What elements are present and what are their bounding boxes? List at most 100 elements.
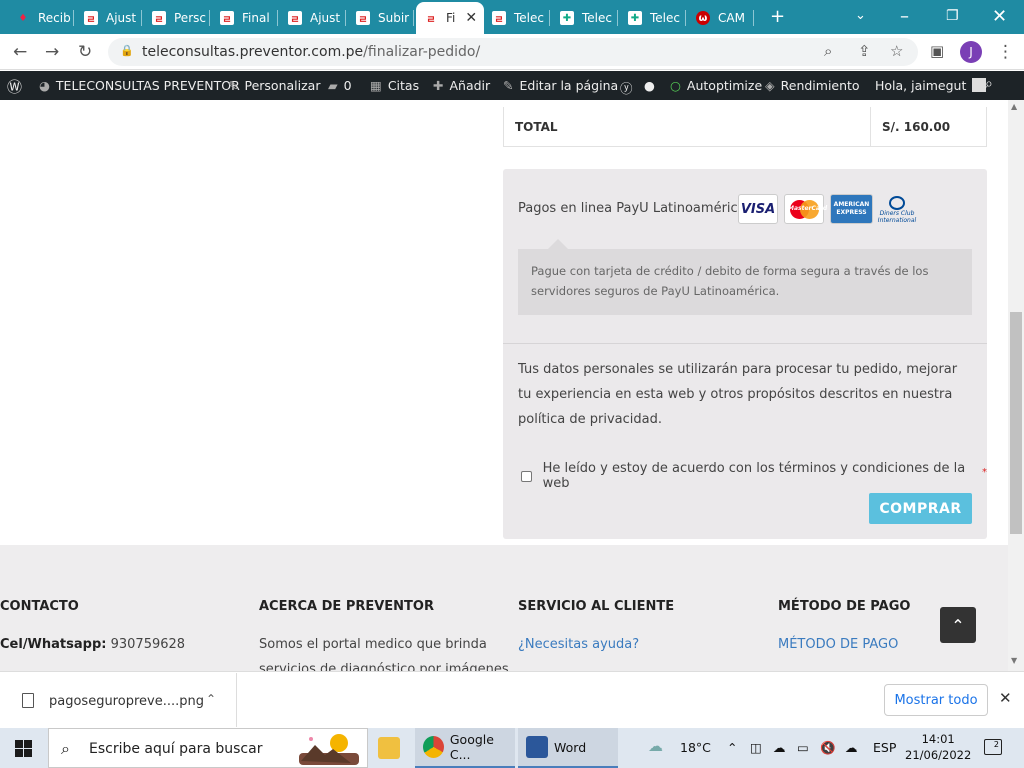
browser-tab[interactable]: ω CAM xyxy=(688,4,754,32)
yoast-icon[interactable]: ⓨ xyxy=(620,78,633,97)
wp-performance[interactable]: ◈ Rendimiento xyxy=(765,78,860,93)
wp-search-icon[interactable]: ⌕ xyxy=(985,76,993,92)
search-highlight-icon xyxy=(299,734,359,765)
browser-tab[interactable]: ㄹ Final xyxy=(212,4,278,32)
wp-autoptimize[interactable]: ○ Autoptimize xyxy=(670,78,762,93)
onedrive-icon[interactable]: ☁ xyxy=(773,740,786,755)
browser-tab-strip: + ⌄ – ❐ ✕ ♦ Recib ㄹ Ajust ㄹ Persc ㄹ Final ㄹ Ajust… xyxy=(0,0,1024,34)
search-icon: ⌕ xyxy=(61,739,70,758)
pencil-icon: ✎ xyxy=(503,78,514,93)
zoom-icon[interactable]: ⌕ xyxy=(824,42,832,60)
window-close-icon[interactable]: ✕ xyxy=(992,6,1007,27)
chevron-up-icon: ⌃ xyxy=(951,615,965,635)
wp-customize[interactable]: ✎ Personalizar xyxy=(228,78,320,93)
plus-icon: ✚ xyxy=(433,78,444,93)
payment-description: Pague con tarjeta de crédito / debito de… xyxy=(518,239,972,315)
scroll-to-top-button[interactable]: ⌃ xyxy=(940,607,976,643)
temperature[interactable]: 18°C xyxy=(680,740,711,755)
wp-edit-page[interactable]: ✎ Editar la página xyxy=(503,78,618,93)
tab-favicon-icon: ㄹ xyxy=(492,11,506,26)
buy-button[interactable]: COMPRAR xyxy=(869,493,972,524)
status-dot-icon: ● xyxy=(644,78,655,93)
green-circle-icon: ○ xyxy=(670,78,681,93)
footer-help-link[interactable]: ¿Necesitas ayuda? xyxy=(518,637,639,652)
page-scrollbar[interactable]: ▲ ▼ xyxy=(1008,100,1024,671)
reload-icon[interactable]: ↻ xyxy=(78,42,92,62)
tab-label: Final xyxy=(242,11,270,25)
profile-avatar[interactable]: J xyxy=(960,41,982,63)
tab-favicon-icon: ㄹ xyxy=(424,11,438,26)
footer-about-text: Somos el portal medico que brinda xyxy=(259,637,487,652)
scroll-up-arrow[interactable]: ▲ xyxy=(1011,102,1017,111)
browser-tab[interactable]: ㄹ Ajust xyxy=(76,4,142,32)
folder-icon xyxy=(378,737,400,759)
volume-muted-icon[interactable]: 🔇 xyxy=(820,740,836,756)
payment-box: Pagos en linea PayU Latinoamérica VISA M… xyxy=(503,169,987,539)
footer-payment-link[interactable]: MÉTODO DE PAGO xyxy=(778,637,898,652)
wp-comments[interactable]: ▰ 0 xyxy=(328,78,352,93)
browser-tab[interactable]: ㄹ Fi ✕ xyxy=(416,2,484,34)
brush-icon: ✎ xyxy=(228,78,239,93)
show-all-button[interactable]: Mostrar todo xyxy=(884,684,988,716)
language-indicator[interactable]: ESP xyxy=(873,740,896,755)
download-item[interactable]: pagoseguropreve....png ⌃ xyxy=(0,673,237,727)
restore-icon[interactable]: ❐ xyxy=(946,8,959,24)
tab-favicon-icon: ㄹ xyxy=(288,11,302,26)
bookmark-star-icon[interactable]: ☆ xyxy=(890,42,903,60)
tray-chevron-icon[interactable]: ⌃ xyxy=(727,740,737,755)
tab-label: Ajust xyxy=(310,11,341,25)
browser-tab[interactable]: ✚ Telec xyxy=(620,4,686,32)
amex-card-icon: AMERICAN EXPRESS xyxy=(830,194,873,224)
cloud-sync-icon[interactable]: ☁ xyxy=(845,740,858,755)
windows-start-icon[interactable] xyxy=(15,740,32,757)
browser-tab[interactable]: ㄹ Subir xyxy=(348,4,414,32)
word-app[interactable]: Word xyxy=(518,728,618,768)
calendar-icon: ▦ xyxy=(370,78,382,93)
tab-label: Telec xyxy=(582,11,612,25)
meet-icon[interactable]: ◫ xyxy=(750,740,762,755)
forward-icon[interactable]: → xyxy=(45,42,59,62)
browser-tab[interactable]: ㄹ Persc xyxy=(144,4,210,32)
notifications-icon[interactable]: 2 xyxy=(984,739,1002,755)
visa-card-icon: VISA xyxy=(738,194,778,224)
address-bar[interactable]: 🔒 teleconsultas.preventor.com.pe/finaliz… xyxy=(108,38,918,66)
file-explorer-app[interactable] xyxy=(378,728,408,768)
clock[interactable]: 14:01 21/06/2022 xyxy=(905,731,971,763)
browser-tab[interactable]: ㄹ Ajust xyxy=(280,4,346,32)
tab-label: Telec xyxy=(514,11,544,25)
tab-favicon-icon: ㄹ xyxy=(152,11,166,26)
browser-tab[interactable]: ㄹ Telec xyxy=(484,4,550,32)
footer-about-title: ACERCA DE PREVENTOR xyxy=(259,599,434,614)
wp-site-name[interactable]: ◕ TELECONSULTAS PREVENTOR xyxy=(39,78,240,93)
page-content: TOTAL S/. 160.00 Pagos en linea PayU Lat… xyxy=(0,100,1008,671)
wp-account[interactable]: Hola, jaimegut xyxy=(875,78,987,93)
close-download-bar-icon[interactable]: ✕ xyxy=(999,689,1012,707)
scroll-down-arrow[interactable]: ▼ xyxy=(1011,656,1017,665)
payment-method-label[interactable]: Pagos en linea PayU Latinoamérica xyxy=(518,201,746,216)
chrome-app[interactable]: Google C... xyxy=(415,728,515,768)
back-icon[interactable]: ← xyxy=(13,42,27,62)
sidepanel-icon[interactable]: ▣ xyxy=(930,42,944,60)
menu-icon[interactable]: ⋮ xyxy=(997,42,1014,62)
terms-label[interactable]: He leído y estoy de acuerdo con los térm… xyxy=(543,461,979,491)
wp-citas[interactable]: ▦ Citas xyxy=(370,78,419,93)
scrollbar-thumb[interactable] xyxy=(1010,312,1022,534)
tab-favicon-icon: ㄹ xyxy=(84,11,98,26)
browser-tab[interactable]: ✚ Telec xyxy=(552,4,618,32)
share-icon[interactable]: ⇪ xyxy=(858,42,871,60)
wordpress-logo-icon[interactable]: Ⓦ xyxy=(7,76,22,97)
network-icon[interactable]: ▭ xyxy=(797,740,809,755)
wp-add-new[interactable]: ✚ Añadir xyxy=(433,78,490,93)
tab-close-icon[interactable]: ✕ xyxy=(465,10,477,26)
taskbar-search[interactable]: ⌕ Escribe aquí para buscar xyxy=(48,728,368,768)
new-tab-button[interactable]: + xyxy=(770,6,785,27)
chevron-up-icon[interactable]: ⌃ xyxy=(206,692,216,706)
tab-search-icon[interactable]: ⌄ xyxy=(855,8,866,23)
weather-cloud-icon[interactable]: ☁ xyxy=(648,737,663,755)
minimize-icon[interactable]: – xyxy=(900,6,909,27)
tab-favicon-icon: ㄹ xyxy=(220,11,234,26)
terms-checkbox[interactable] xyxy=(521,470,532,482)
browser-tab[interactable]: ♦ Recib xyxy=(8,4,74,32)
tab-favicon-icon: ♦ xyxy=(18,12,28,24)
word-icon xyxy=(526,736,548,758)
